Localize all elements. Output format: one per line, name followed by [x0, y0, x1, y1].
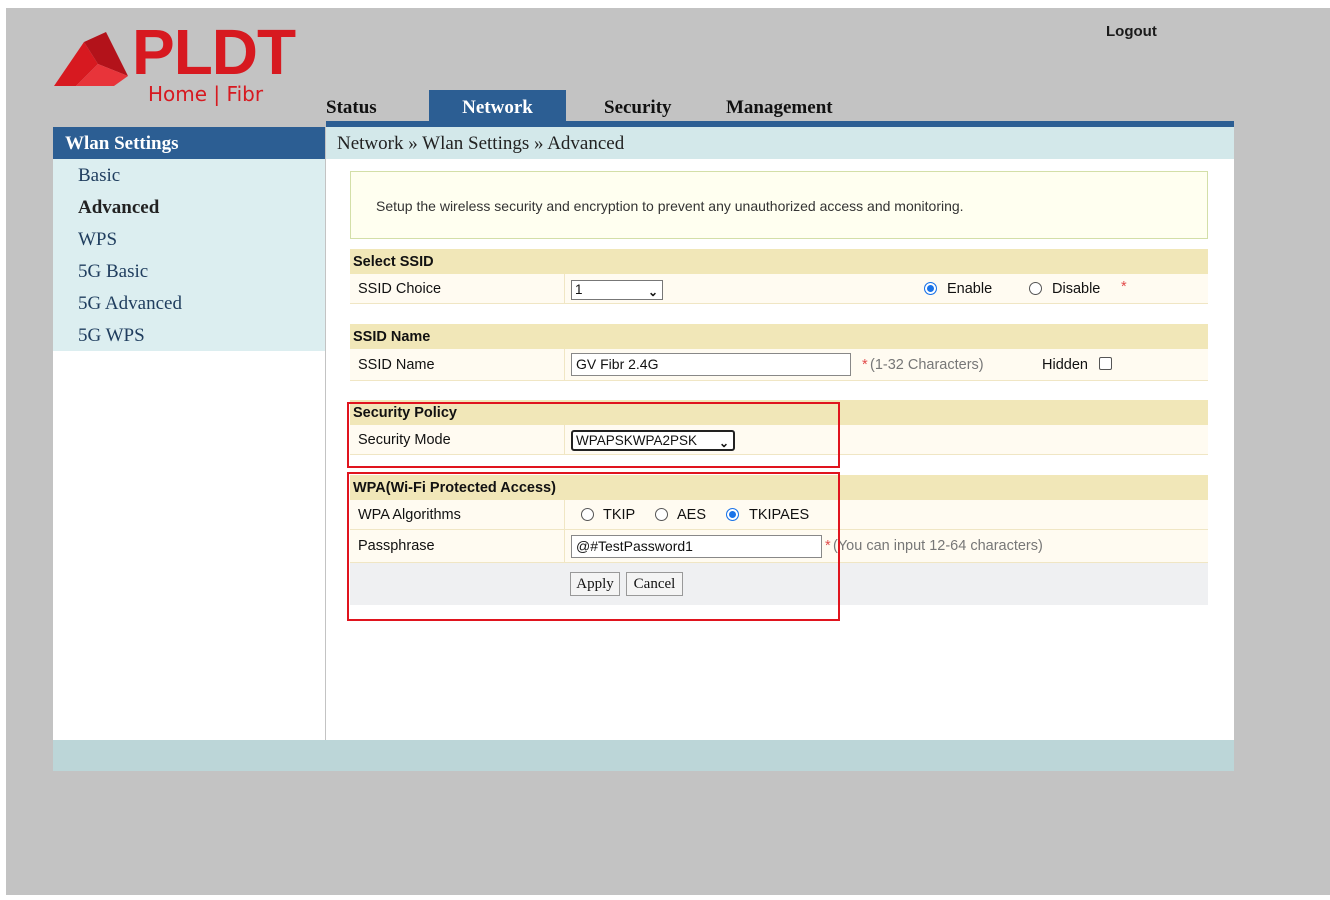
passphrase-input[interactable]: @#TestPassword1	[571, 535, 822, 558]
info-box: Setup the wireless security and encrypti…	[350, 171, 1208, 239]
button-row: Apply Cancel	[350, 563, 1208, 605]
ssid-choice-select[interactable]: 1 ⌄	[571, 280, 663, 300]
sidebar-item-5g-basic[interactable]: 5G Basic	[53, 255, 325, 287]
sidebar-item-advanced[interactable]: Advanced	[53, 191, 325, 223]
brand-name: PLDT	[132, 16, 296, 88]
passphrase-required-mark: *	[825, 538, 831, 554]
apply-button[interactable]: Apply	[570, 572, 620, 596]
tab-security[interactable]: Security	[604, 90, 704, 122]
tkipaes-label: TKIPAES	[749, 507, 810, 523]
ssid-required-mark: *	[862, 357, 868, 373]
ssid-choice-label: SSID Choice	[350, 274, 565, 303]
sidebar-item-5g-wps[interactable]: 5G WPS	[53, 319, 325, 351]
wpa-algorithms-label: WPA Algorithms	[350, 500, 565, 529]
sidebar-item-basic[interactable]: Basic	[53, 159, 325, 191]
security-mode-value: WPAPSKWPA2PSK	[576, 433, 698, 448]
bottom-border	[0, 895, 1330, 900]
sidebar-item-wps[interactable]: WPS	[53, 223, 325, 255]
disable-radio[interactable]	[1029, 282, 1042, 295]
ssid-name-hint: (1-32 Characters)	[870, 357, 984, 373]
breadcrumb: Network » Wlan Settings » Advanced	[326, 127, 1234, 159]
left-border	[0, 0, 6, 900]
tab-management[interactable]: Management	[726, 90, 866, 122]
top-border	[0, 0, 1330, 8]
logout-link[interactable]: Logout	[1106, 23, 1157, 40]
tab-status[interactable]: Status	[326, 90, 406, 122]
sidebar-menu: Basic Advanced WPS 5G Basic 5G Advanced …	[53, 159, 325, 351]
security-mode-row: Security Mode WPAPSKWPA2PSK ⌄	[350, 425, 1208, 455]
tab-network[interactable]: Network	[429, 90, 566, 122]
enable-label: Enable	[947, 281, 993, 297]
page-footer	[53, 740, 1234, 771]
cancel-button[interactable]: Cancel	[626, 572, 683, 596]
wpa-algorithms-row: WPA Algorithms TKIP AES TKIPAES	[350, 500, 1208, 530]
pldt-logo-icon	[54, 32, 128, 86]
section-header-security-policy: Security Policy	[350, 400, 1208, 425]
ssid-name-label: SSID Name	[350, 349, 565, 380]
sidebar-blank-area	[53, 351, 325, 740]
sidebar-title: Wlan Settings	[53, 127, 325, 159]
chevron-down-icon: ⌄	[647, 285, 658, 299]
security-mode-label: Security Mode	[350, 425, 565, 454]
passphrase-label: Passphrase	[350, 530, 565, 562]
sidebar-item-5g-advanced[interactable]: 5G Advanced	[53, 287, 325, 319]
ssid-choice-value: 1	[575, 282, 583, 297]
tkipaes-radio[interactable]	[726, 508, 739, 521]
ssid-name-row: SSID Name GV Fibr 2.4G * (1-32 Character…	[350, 349, 1208, 381]
aes-radio[interactable]	[655, 508, 668, 521]
tkip-radio[interactable]	[581, 508, 594, 521]
required-mark: *	[1121, 279, 1127, 295]
hidden-label: Hidden	[1042, 357, 1088, 373]
security-mode-select[interactable]: WPAPSKWPA2PSK ⌄	[571, 430, 735, 451]
section-header-ssid-name: SSID Name	[350, 324, 1208, 349]
pldt-logo: PLDT Home | Fibr	[54, 20, 296, 106]
brand-subtitle: Home | Fibr	[148, 82, 264, 106]
disable-label: Disable	[1052, 281, 1101, 297]
section-header-wpa: WPA(Wi-Fi Protected Access)	[350, 475, 1208, 500]
section-header-select-ssid: Select SSID	[350, 249, 1208, 274]
passphrase-hint: (You can input 12-64 characters)	[833, 538, 1043, 554]
hidden-checkbox[interactable]	[1099, 357, 1112, 370]
aes-label: AES	[677, 507, 707, 523]
ssid-name-input[interactable]: GV Fibr 2.4G	[571, 353, 851, 376]
passphrase-row: Passphrase @#TestPassword1 * (You can in…	[350, 530, 1208, 563]
ssid-choice-row: SSID Choice 1 ⌄ Enable Disable *	[350, 274, 1208, 304]
chevron-down-icon: ⌄	[718, 436, 729, 450]
tkip-label: TKIP	[603, 507, 636, 523]
info-text: Setup the wireless security and encrypti…	[376, 198, 964, 214]
enable-radio[interactable]	[924, 282, 937, 295]
